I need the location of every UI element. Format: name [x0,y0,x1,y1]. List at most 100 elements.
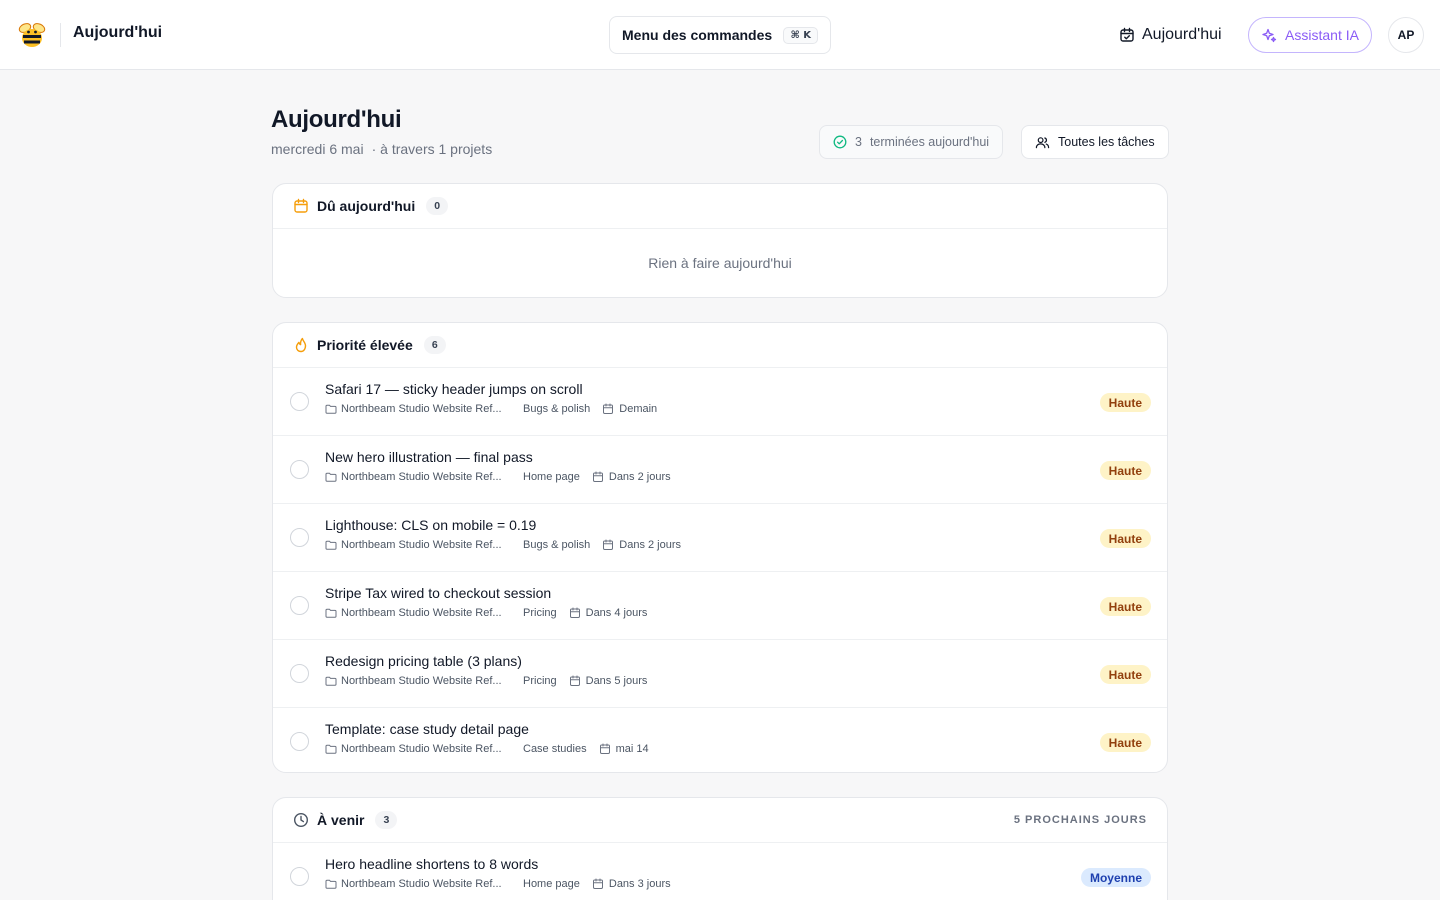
task-title: Redesign pricing table (3 plans) [325,653,522,669]
task-project: Northbeam Studio Website Ref... [325,471,523,483]
task-due: Demain [602,403,657,415]
bee-logo-icon[interactable] [14,17,50,53]
today-nav-link[interactable]: Aujourd'hui [1119,24,1222,46]
completed-count: 3 [855,135,862,149]
high-priority-header: Priorité élevée 6 [273,323,1167,368]
due-today-header: Dû aujourd'hui 0 [273,184,1167,229]
upcoming-header: À venir 3 5 PROCHAINS JOURS [273,798,1167,843]
high-priority-section: Priorité élevée 6 Safari 17 — sticky hea… [272,322,1168,773]
task-complete-checkbox[interactable] [290,596,309,615]
today-nav-label: Aujourd'hui [1142,26,1222,43]
folder-icon [325,878,337,890]
page-subtitle: mercredi 6 mai · à travers 1 projets [271,141,492,157]
due-today-title: Dû aujourd'hui [317,198,416,214]
all-tasks-button[interactable]: Toutes les tâches [1021,125,1169,159]
command-shortcut-hint: ⌘ K [783,26,818,44]
task-row[interactable]: Lighthouse: CLS on mobile = 0.19 Northbe… [273,504,1167,572]
task-project: Northbeam Studio Website Ref... [325,878,523,890]
task-section: Bugs & polish [523,539,591,551]
task-project: Northbeam Studio Website Ref... [325,743,523,755]
task-complete-checkbox[interactable] [290,460,309,479]
task-section: Bugs & polish [523,403,591,415]
folder-icon [325,471,337,483]
due-today-count: 0 [426,197,449,215]
upcoming-title: À venir [317,812,365,828]
flame-icon [293,337,309,353]
calendar-icon [592,878,604,890]
calendar-icon [569,675,581,687]
task-section: Pricing [523,607,557,619]
high-priority-count: 6 [423,336,446,354]
upcoming-count: 3 [375,811,398,829]
users-icon [1035,135,1050,150]
task-row[interactable]: Template: case study detail page Northbe… [273,708,1167,772]
ai-assistant-button[interactable]: Assistant IA [1248,17,1372,53]
due-today-section: Dû aujourd'hui 0 Rien à faire aujourd'hu… [272,183,1168,298]
ai-assistant-label: Assistant IA [1285,27,1359,43]
task-complete-checkbox[interactable] [290,732,309,751]
calendar-check-icon [1119,27,1135,43]
all-tasks-label: Toutes les tâches [1058,135,1155,149]
user-avatar[interactable]: AP [1388,17,1424,53]
task-title: Safari 17 — sticky header jumps on scrol… [325,381,583,397]
priority-badge: Haute [1099,461,1151,480]
task-complete-checkbox[interactable] [290,392,309,411]
task-due: Dans 2 jours [592,471,671,483]
task-title: Hero headline shortens to 8 words [325,856,539,872]
task-row[interactable]: Safari 17 — sticky header jumps on scrol… [273,368,1167,436]
task-section: Home page [523,878,580,890]
task-row[interactable]: Hero headline shortens to 8 words Northb… [273,843,1167,900]
calendar-icon [569,607,581,619]
projects-note: · à travers 1 projets [371,141,493,157]
task-row[interactable]: Redesign pricing table (3 plans) Northbe… [273,640,1167,708]
task-project: Northbeam Studio Website Ref... [325,607,523,619]
task-due: Dans 5 jours [569,675,647,687]
calendar-icon [293,198,309,214]
top-bar: Aujourd'hui Menu des commandes ⌘ K Aujou… [0,0,1440,70]
task-project: Northbeam Studio Website Ref... [325,539,523,551]
upcoming-section: À venir 3 5 PROCHAINS JOURS Hero headlin… [272,797,1168,900]
command-menu-label: Menu des commandes [622,27,773,43]
high-priority-title: Priorité élevée [317,337,413,353]
task-due: Dans 4 jours [569,607,647,619]
task-complete-checkbox[interactable] [290,867,309,886]
check-circle-icon [833,135,847,149]
task-section: Case studies [523,743,587,755]
task-section: Pricing [523,675,557,687]
command-menu-button[interactable]: Menu des commandes ⌘ K [609,16,831,54]
task-title: Lighthouse: CLS on mobile = 0.19 [325,517,537,533]
folder-icon [325,539,337,551]
calendar-icon [592,471,604,483]
calendar-icon [602,403,614,415]
upcoming-range-label: 5 PROCHAINS JOURS [1013,814,1147,826]
calendar-icon [599,743,611,755]
current-date: mercredi 6 mai [271,141,364,157]
task-due: mai 14 [599,743,649,755]
topbar-divider [60,23,61,47]
task-complete-checkbox[interactable] [290,664,309,683]
clock-icon [293,812,309,828]
task-title: New hero illustration — final pass [325,449,533,465]
task-title: Template: case study detail page [325,721,529,737]
task-due: Dans 2 jours [602,539,681,551]
sparkles-icon [1261,27,1277,43]
due-today-empty-message: Rien à faire aujourd'hui [648,255,792,271]
topbar-title: Aujourd'hui [73,24,163,41]
calendar-icon [602,539,614,551]
priority-badge: Moyenne [1080,868,1151,887]
folder-icon [325,743,337,755]
folder-icon [325,675,337,687]
task-complete-checkbox[interactable] [290,528,309,547]
folder-icon [325,403,337,415]
priority-badge: Haute [1099,529,1151,548]
task-row[interactable]: Stripe Tax wired to checkout session Nor… [273,572,1167,640]
priority-badge: Haute [1099,733,1151,752]
task-title: Stripe Tax wired to checkout session [325,585,552,601]
priority-badge: Haute [1099,597,1151,616]
completed-label: terminées aujourd'hui [869,135,990,149]
task-row[interactable]: New hero illustration — final pass North… [273,436,1167,504]
task-section: Home page [523,471,580,483]
priority-badge: Haute [1099,665,1151,684]
priority-badge: Haute [1099,393,1151,412]
task-project: Northbeam Studio Website Ref... [325,675,523,687]
